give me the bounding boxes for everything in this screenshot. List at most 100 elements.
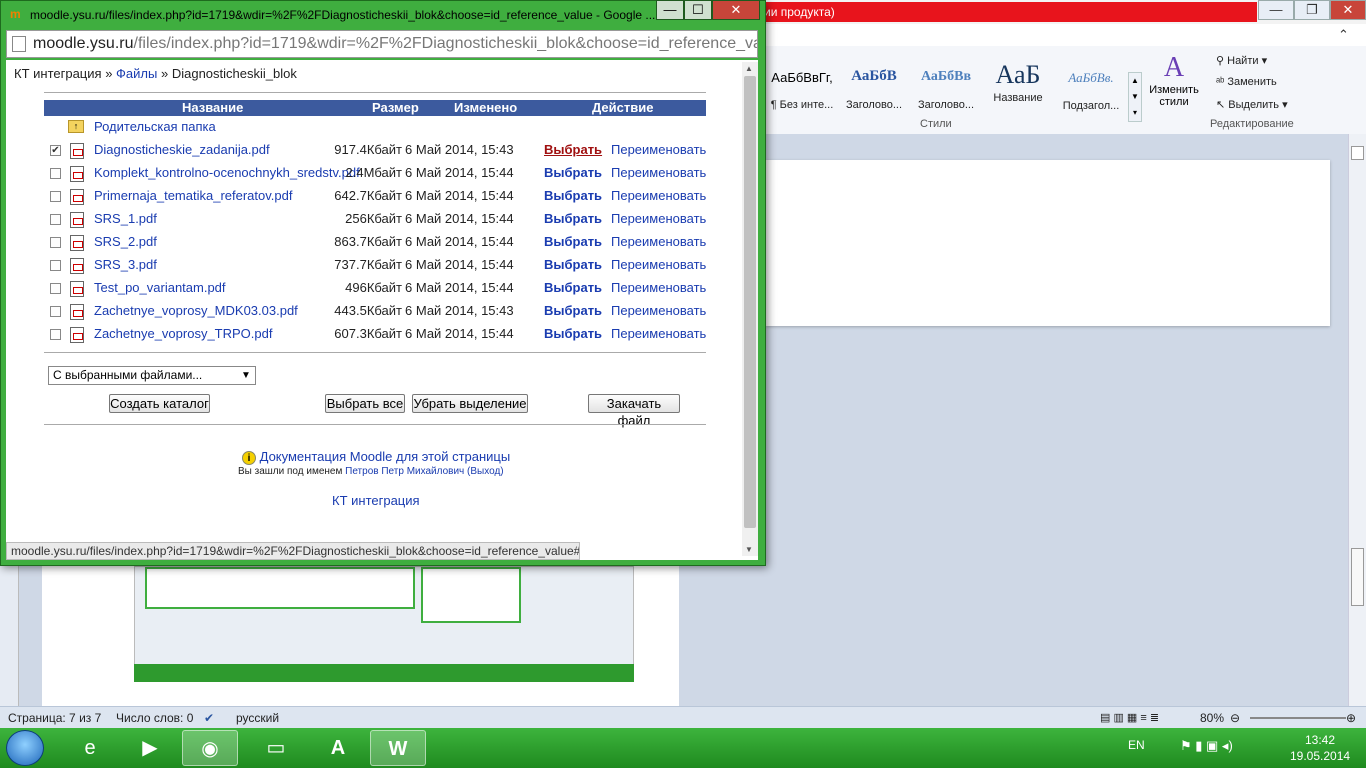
select-file-link[interactable]: Выбрать bbox=[544, 234, 602, 249]
proofing-icon[interactable]: ✔ bbox=[204, 707, 214, 729]
word-maximize-button[interactable]: ❐ bbox=[1294, 0, 1330, 20]
zoom-level[interactable]: 80% bbox=[1200, 707, 1224, 729]
select-all-button[interactable]: Выбрать все bbox=[325, 394, 405, 413]
file-name-link[interactable]: Komplekt_kontrolno-ocenochnykh_sredstv.p… bbox=[94, 165, 360, 180]
rename-file-link[interactable]: Переименовать bbox=[611, 165, 706, 180]
file-checkbox[interactable] bbox=[50, 237, 61, 248]
tray-clock[interactable]: 13:42 19.05.2014 bbox=[1290, 732, 1350, 764]
file-checkbox[interactable] bbox=[50, 168, 61, 179]
status-language[interactable]: русский bbox=[236, 707, 279, 729]
rename-file-link[interactable]: Переименовать bbox=[611, 188, 706, 203]
word-minimize-button[interactable]: — bbox=[1258, 0, 1294, 20]
select-file-link[interactable]: Выбрать bbox=[544, 211, 602, 226]
status-page[interactable]: Страница: 7 из 7 bbox=[8, 707, 101, 729]
word-icon[interactable]: W bbox=[370, 730, 426, 766]
start-button[interactable] bbox=[6, 730, 44, 766]
style-name: Название bbox=[993, 92, 1043, 104]
style-heading-1[interactable]: АаБбВ Заголово... bbox=[840, 60, 908, 122]
ribbon-collapse-icon[interactable]: ⌃ bbox=[1338, 27, 1349, 43]
moodle-docs-link[interactable]: Документация Moodle для этой страницы bbox=[260, 449, 511, 464]
zoom-out-icon[interactable]: ⊖ bbox=[1230, 707, 1240, 729]
deselect-button[interactable]: Убрать выделение bbox=[412, 394, 528, 413]
word-vertical-scrollbar[interactable] bbox=[1348, 134, 1366, 706]
popup-close-button[interactable]: ✕ bbox=[712, 0, 760, 20]
file-checkbox[interactable] bbox=[50, 191, 61, 202]
windows-taskbar: e ▶ ◉ ▭ A W EN ⚑ ▮ ▣ ◂) 13:42 19.05.2014 bbox=[0, 728, 1366, 768]
select-button[interactable]: ↖ Выделить ▾ bbox=[1216, 98, 1288, 111]
rename-file-link[interactable]: Переименовать bbox=[611, 142, 706, 157]
rename-file-link[interactable]: Переименовать bbox=[611, 234, 706, 249]
user-name-link[interactable]: Петров Петр Михайлович bbox=[345, 466, 464, 477]
zoom-slider[interactable] bbox=[1250, 717, 1346, 719]
popup-maximize-button[interactable]: ☐ bbox=[684, 0, 712, 20]
file-row: Zachetnye_voprosy_TRPO.pdf 607.3Кбайт 6 Ма… bbox=[44, 325, 706, 348]
file-checkbox[interactable] bbox=[50, 260, 61, 271]
scroll-down-icon[interactable]: ▼ bbox=[745, 545, 753, 554]
explorer-icon[interactable]: ▭ bbox=[248, 730, 304, 766]
file-checkbox[interactable] bbox=[50, 283, 61, 294]
file-name-link[interactable]: SRS_3.pdf bbox=[94, 257, 157, 272]
file-name-link[interactable]: SRS_2.pdf bbox=[94, 234, 157, 249]
parent-folder-link[interactable]: Родительская папка bbox=[94, 119, 216, 134]
logout-link[interactable]: (Выход) bbox=[467, 466, 504, 477]
style-title[interactable]: АаБ Название bbox=[984, 60, 1052, 122]
scroll-up-icon[interactable]: ▲ bbox=[745, 64, 753, 73]
file-name-link[interactable]: Zachetnye_voprosy_TRPO.pdf bbox=[94, 326, 272, 341]
tray-icons[interactable]: ⚑ ▮ ▣ ◂) bbox=[1180, 738, 1233, 754]
scroll-thumb[interactable] bbox=[1351, 548, 1364, 606]
select-file-link[interactable]: Выбрать bbox=[544, 326, 602, 341]
file-checkbox[interactable]: ✔ bbox=[50, 145, 61, 156]
popup-minimize-button[interactable]: — bbox=[656, 0, 684, 20]
style-subtitle[interactable]: АаБбВв. Подзагол... bbox=[1056, 60, 1126, 122]
parent-folder-row[interactable]: ↑ Родительская папка bbox=[44, 118, 706, 141]
file-name-link[interactable]: Zachetnye_voprosy_MDK03.03.pdf bbox=[94, 303, 298, 318]
divider bbox=[44, 424, 706, 425]
select-file-link[interactable]: Выбрать bbox=[544, 188, 602, 203]
select-file-link[interactable]: Выбрать bbox=[544, 257, 602, 272]
media-player-icon[interactable]: ▶ bbox=[122, 730, 178, 766]
word-close-button[interactable]: ✕ bbox=[1330, 0, 1366, 20]
view-buttons[interactable]: ▤ ▥ ▦ ≡ ≣ bbox=[1100, 707, 1159, 729]
popup-scroll-thumb[interactable] bbox=[744, 76, 756, 528]
rename-file-link[interactable]: Переименовать bbox=[611, 211, 706, 226]
select-file-link[interactable]: Выбрать bbox=[544, 280, 602, 295]
file-name-link[interactable]: Diagnosticheskie_zadanija.pdf bbox=[94, 142, 270, 157]
upload-file-button[interactable]: Закачать файл bbox=[588, 394, 680, 428]
breadcrumb-course[interactable]: КТ интеграция bbox=[14, 66, 102, 81]
word-page[interactable] bbox=[766, 160, 1330, 326]
ie-icon[interactable]: e bbox=[62, 730, 118, 766]
chrome-icon[interactable]: ◉ bbox=[182, 730, 238, 766]
change-styles-button[interactable]: A Изменить стили bbox=[1144, 52, 1204, 108]
find-button[interactable]: ⚲ Найти ▾ bbox=[1216, 54, 1267, 67]
style-no-spacing[interactable]: АаБбВвГг, ¶ Без инте... bbox=[768, 60, 836, 122]
zoom-in-icon[interactable]: ⊕ bbox=[1346, 707, 1356, 729]
file-name-link[interactable]: SRS_1.pdf bbox=[94, 211, 157, 226]
file-name-link[interactable]: Test_po_variantam.pdf bbox=[94, 280, 226, 295]
with-selected-dropdown[interactable]: С выбранными файлами... ▼ bbox=[48, 366, 256, 385]
rename-file-link[interactable]: Переименовать bbox=[611, 326, 706, 341]
clock-date: 19.05.2014 bbox=[1290, 749, 1351, 763]
file-row: ✔ Diagnosticheskie_zadanija.pdf 917.4Кбайт… bbox=[44, 141, 706, 164]
select-file-link[interactable]: Выбрать bbox=[544, 142, 602, 157]
select-file-link[interactable]: Выбрать bbox=[544, 303, 602, 318]
file-name-link[interactable]: Primernaja_tematika_referatov.pdf bbox=[94, 188, 292, 203]
styles-scroll-arrows[interactable]: ▲ ▼ ▾ bbox=[1128, 72, 1142, 122]
style-heading-2[interactable]: АаБбВв Заголово... bbox=[912, 60, 980, 122]
rename-file-link[interactable]: Переименовать bbox=[611, 303, 706, 318]
breadcrumb-files-link[interactable]: Файлы bbox=[116, 66, 157, 81]
status-word-count[interactable]: Число слов: 0 bbox=[116, 707, 193, 729]
replace-button[interactable]: ᵃᵇ Заменить bbox=[1216, 76, 1277, 88]
file-checkbox[interactable] bbox=[50, 306, 61, 317]
rename-file-link[interactable]: Переименовать bbox=[611, 257, 706, 272]
tray-language[interactable]: EN bbox=[1128, 738, 1145, 752]
file-checkbox[interactable] bbox=[50, 214, 61, 225]
create-folder-button[interactable]: Создать каталог bbox=[109, 394, 210, 413]
ruler-toggle-icon[interactable] bbox=[1351, 146, 1364, 160]
app-a-icon[interactable]: A bbox=[310, 730, 366, 766]
moodle-docs: i Документация Moodle для этой страницы bbox=[242, 449, 510, 465]
rename-file-link[interactable]: Переименовать bbox=[611, 280, 706, 295]
file-checkbox[interactable] bbox=[50, 329, 61, 340]
course-home-link[interactable]: КТ интеграция bbox=[332, 493, 420, 508]
address-bar[interactable]: moodle.ysu.ru/files/index.php?id=1719&wd… bbox=[6, 30, 758, 58]
select-file-link[interactable]: Выбрать bbox=[544, 165, 602, 180]
